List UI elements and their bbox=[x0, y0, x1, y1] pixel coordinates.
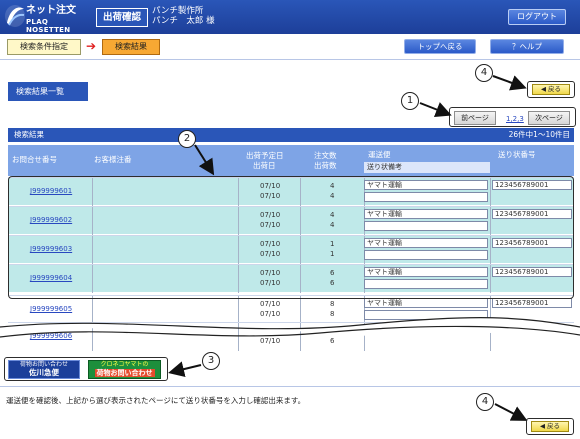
col-carrier: 運送便 bbox=[368, 150, 391, 159]
page-title: 出荷確認 bbox=[96, 8, 148, 27]
next-page-button[interactable]: 次ページ bbox=[528, 111, 570, 125]
ship-date-planned: 07/10 bbox=[260, 300, 281, 308]
logo: ネット注文 PLAQ NOSETTEN bbox=[4, 3, 92, 34]
page-links[interactable]: 1,2,3 bbox=[506, 115, 524, 123]
yamato-caption: クロネコヤマトの bbox=[100, 361, 149, 368]
order-qty: 8 bbox=[330, 300, 335, 308]
yamato-name: 荷物お問い合わせ bbox=[94, 369, 155, 377]
col-ship-date-planned: 出荷予定日 bbox=[246, 151, 284, 160]
table-header: お問合せ番号 お客様注番 出荷予定日 出荷日 注文数 出荷数 運送便 送り状備考… bbox=[8, 145, 574, 176]
table-title: 検索結果 bbox=[14, 130, 44, 139]
results-list-title: 検索結果一覧 bbox=[8, 82, 88, 101]
breadcrumb-search-conditions[interactable]: 検索条件指定 bbox=[7, 39, 81, 55]
callout-2: 2 bbox=[178, 130, 196, 148]
col-order-qty: 注文数 bbox=[314, 151, 337, 160]
col-customer-note: お客様注番 bbox=[94, 155, 132, 164]
back-button-top[interactable]: ◀ 戻る bbox=[532, 84, 570, 95]
col-tracking-number: 送り状番号 bbox=[498, 150, 536, 159]
logo-text: ネット注文 bbox=[26, 5, 76, 16]
top-back-button[interactable]: トップへ戻る bbox=[404, 39, 476, 54]
divider bbox=[0, 386, 580, 387]
callout-1: 1 bbox=[401, 92, 419, 110]
logout-button[interactable]: ログアウト bbox=[508, 9, 566, 25]
sagawa-name: 佐川急便 bbox=[29, 368, 59, 377]
app-header: ネット注文 PLAQ NOSETTEN 出荷確認 パンチ製作所 パンチ 太郎 様… bbox=[0, 0, 580, 34]
company-name: パンチ製作所 bbox=[152, 6, 204, 16]
table-title-bar: 検索結果 26件中1〜10件目 bbox=[8, 128, 574, 142]
logo-swoosh-icon bbox=[5, 5, 25, 27]
col-ship-date: 出荷日 bbox=[253, 161, 276, 170]
prev-page-button[interactable]: 前ページ bbox=[454, 111, 496, 125]
inquiry-number-link[interactable]: J999999605 bbox=[30, 305, 72, 313]
carrier-name: ヤマト運輸 bbox=[367, 299, 402, 307]
user-name: パンチ 太郎 様 bbox=[152, 16, 215, 26]
result-count: 26件中1〜10件目 bbox=[508, 130, 570, 139]
callout-4-bottom: 4 bbox=[476, 393, 494, 411]
breadcrumb-arrow-icon: ➔ bbox=[86, 39, 97, 53]
col-invoice-note: 送り状備考 bbox=[364, 162, 490, 173]
breadcrumb: 検索条件指定 ➔ 検索結果 トップへ戻る ？ヘルプ bbox=[0, 34, 580, 60]
callout-4-top: 4 bbox=[475, 64, 493, 82]
col-ship-qty: 出荷数 bbox=[314, 161, 337, 170]
tracking-number: 123456789001 bbox=[495, 299, 549, 307]
sagawa-inquiry-button[interactable]: 荷物お問い合わせ 佐川急便 bbox=[8, 360, 80, 379]
footer-note: 運送便を確認後、上記から選び表示されたページにて送り状番号を入力し確認出来ます。 bbox=[6, 396, 306, 405]
col-inquiry-number: お問合せ番号 bbox=[12, 155, 57, 164]
callout-3: 3 bbox=[202, 352, 220, 370]
back-button-bottom[interactable]: ◀ 戻る bbox=[531, 421, 569, 432]
logo-subtext: PLAQ NOSETTEN bbox=[26, 18, 71, 34]
cut-wave bbox=[0, 317, 580, 338]
help-button[interactable]: ？ヘルプ bbox=[490, 39, 564, 54]
breadcrumb-search-results: 検索結果 bbox=[102, 39, 160, 55]
company-info: パンチ製作所 パンチ 太郎 様 bbox=[152, 6, 215, 26]
yamato-inquiry-button[interactable]: クロネコヤマトの 荷物お問い合わせ bbox=[88, 360, 161, 379]
rows-highlight-box bbox=[8, 176, 574, 299]
